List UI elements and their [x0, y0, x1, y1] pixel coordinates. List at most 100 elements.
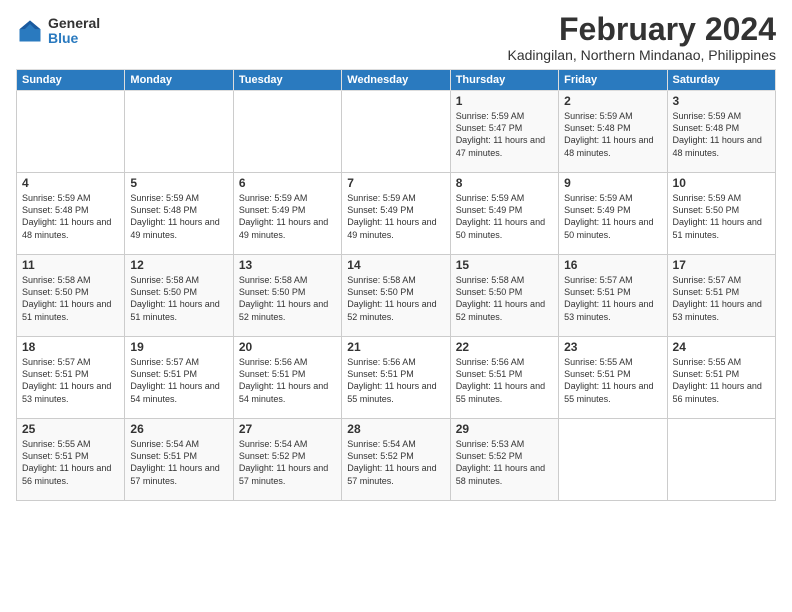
day-number: 9 [564, 176, 661, 190]
cell-info: Sunrise: 5:59 AM Sunset: 5:49 PM Dayligh… [347, 192, 444, 241]
day-number: 5 [130, 176, 227, 190]
cell-info: Sunrise: 5:58 AM Sunset: 5:50 PM Dayligh… [347, 274, 444, 323]
cell-info: Sunrise: 5:55 AM Sunset: 5:51 PM Dayligh… [673, 356, 770, 405]
cell-info: Sunrise: 5:57 AM Sunset: 5:51 PM Dayligh… [130, 356, 227, 405]
col-header-saturday: Saturday [667, 70, 775, 91]
calendar-cell: 8 Sunrise: 5:59 AM Sunset: 5:49 PM Daylig… [450, 173, 558, 255]
cell-info: Sunrise: 5:57 AM Sunset: 5:51 PM Dayligh… [564, 274, 661, 323]
cell-info: Sunrise: 5:58 AM Sunset: 5:50 PM Dayligh… [22, 274, 119, 323]
calendar-cell [125, 91, 233, 173]
day-number: 12 [130, 258, 227, 272]
page: General Blue February 2024 Kadingilan, N… [0, 0, 792, 612]
cell-info: Sunrise: 5:58 AM Sunset: 5:50 PM Dayligh… [130, 274, 227, 323]
cell-info: Sunrise: 5:57 AM Sunset: 5:51 PM Dayligh… [673, 274, 770, 323]
day-number: 7 [347, 176, 444, 190]
calendar-cell: 1Sunrise: 5:59 AM Sunset: 5:47 PM Daylig… [450, 91, 558, 173]
cell-info: Sunrise: 5:59 AM Sunset: 5:50 PM Dayligh… [673, 192, 770, 241]
cell-info: Sunrise: 5:59 AM Sunset: 5:48 PM Dayligh… [130, 192, 227, 241]
title-block: February 2024 Kadingilan, Northern Minda… [507, 12, 776, 63]
cell-info: Sunrise: 5:55 AM Sunset: 5:51 PM Dayligh… [564, 356, 661, 405]
calendar-cell: 15 Sunrise: 5:58 AM Sunset: 5:50 PM Dayli… [450, 255, 558, 337]
calendar-cell: 14Sunrise: 5:58 AM Sunset: 5:50 PM Dayli… [342, 255, 450, 337]
day-number: 4 [22, 176, 119, 190]
calendar-cell: 7 Sunrise: 5:59 AM Sunset: 5:49 PM Daylig… [342, 173, 450, 255]
calendar-cell: 10 Sunrise: 5:59 AM Sunset: 5:50 PM Dayli… [667, 173, 775, 255]
calendar-cell: 20 Sunrise: 5:56 AM Sunset: 5:51 PM Dayli… [233, 337, 341, 419]
day-number: 2 [564, 94, 661, 108]
day-number: 23 [564, 340, 661, 354]
logo-text: General Blue [48, 16, 100, 47]
day-number: 16 [564, 258, 661, 272]
cell-info: Sunrise: 5:58 AM Sunset: 5:50 PM Dayligh… [456, 274, 553, 323]
day-number: 28 [347, 422, 444, 436]
cell-info: Sunrise: 5:54 AM Sunset: 5:52 PM Dayligh… [239, 438, 336, 487]
calendar-cell: 3 Sunrise: 5:59 AM Sunset: 5:48 PM Daylig… [667, 91, 775, 173]
cell-info: Sunrise: 5:59 AM Sunset: 5:48 PM Dayligh… [673, 110, 770, 159]
calendar-cell: 6Sunrise: 5:59 AM Sunset: 5:49 PM Daylig… [233, 173, 341, 255]
cell-info: Sunrise: 5:53 AM Sunset: 5:52 PM Dayligh… [456, 438, 553, 487]
calendar-cell: 25 Sunrise: 5:55 AM Sunset: 5:51 PM Dayli… [17, 419, 125, 501]
week-row-5: 25 Sunrise: 5:55 AM Sunset: 5:51 PM Dayli… [17, 419, 776, 501]
calendar-cell: 21Sunrise: 5:56 AM Sunset: 5:51 PM Dayli… [342, 337, 450, 419]
cell-info: Sunrise: 5:54 AM Sunset: 5:51 PM Dayligh… [130, 438, 227, 487]
calendar-cell: 28 Sunrise: 5:54 AM Sunset: 5:52 PM Dayli… [342, 419, 450, 501]
calendar-cell: 13Sunrise: 5:58 AM Sunset: 5:50 PM Dayli… [233, 255, 341, 337]
day-number: 25 [22, 422, 119, 436]
day-number: 18 [22, 340, 119, 354]
cell-info: Sunrise: 5:56 AM Sunset: 5:51 PM Dayligh… [347, 356, 444, 405]
week-row-2: 4 Sunrise: 5:59 AM Sunset: 5:48 PM Daylig… [17, 173, 776, 255]
cell-info: Sunrise: 5:56 AM Sunset: 5:51 PM Dayligh… [239, 356, 336, 405]
day-number: 20 [239, 340, 336, 354]
calendar-cell: 16 Sunrise: 5:57 AM Sunset: 5:51 PM Dayli… [559, 255, 667, 337]
logo-general: General [48, 16, 100, 31]
subtitle: Kadingilan, Northern Mindanao, Philippin… [507, 47, 776, 63]
calendar-cell [667, 419, 775, 501]
day-number: 11 [22, 258, 119, 272]
calendar-cell: 11 Sunrise: 5:58 AM Sunset: 5:50 PM Dayli… [17, 255, 125, 337]
col-header-friday: Friday [559, 70, 667, 91]
cell-info: Sunrise: 5:55 AM Sunset: 5:51 PM Dayligh… [22, 438, 119, 487]
cell-info: Sunrise: 5:59 AM Sunset: 5:49 PM Dayligh… [239, 192, 336, 241]
week-row-4: 18 Sunrise: 5:57 AM Sunset: 5:51 PM Dayli… [17, 337, 776, 419]
day-number: 8 [456, 176, 553, 190]
day-number: 29 [456, 422, 553, 436]
calendar-cell: 2 Sunrise: 5:59 AM Sunset: 5:48 PM Daylig… [559, 91, 667, 173]
logo: General Blue [16, 16, 100, 47]
day-number: 22 [456, 340, 553, 354]
col-header-tuesday: Tuesday [233, 70, 341, 91]
day-number: 17 [673, 258, 770, 272]
calendar-body: 1Sunrise: 5:59 AM Sunset: 5:47 PM Daylig… [17, 91, 776, 501]
cell-info: Sunrise: 5:59 AM Sunset: 5:48 PM Dayligh… [22, 192, 119, 241]
cell-info: Sunrise: 5:59 AM Sunset: 5:48 PM Dayligh… [564, 110, 661, 159]
calendar-cell: 24 Sunrise: 5:55 AM Sunset: 5:51 PM Dayli… [667, 337, 775, 419]
calendar-cell: 9Sunrise: 5:59 AM Sunset: 5:49 PM Daylig… [559, 173, 667, 255]
calendar-cell: 27Sunrise: 5:54 AM Sunset: 5:52 PM Dayli… [233, 419, 341, 501]
calendar-cell: 12 Sunrise: 5:58 AM Sunset: 5:50 PM Dayli… [125, 255, 233, 337]
calendar-cell [17, 91, 125, 173]
day-number: 26 [130, 422, 227, 436]
cell-info: Sunrise: 5:59 AM Sunset: 5:49 PM Dayligh… [456, 192, 553, 241]
calendar-cell [559, 419, 667, 501]
calendar-cell: 18 Sunrise: 5:57 AM Sunset: 5:51 PM Dayli… [17, 337, 125, 419]
day-number: 1 [456, 94, 553, 108]
calendar-cell: 22Sunrise: 5:56 AM Sunset: 5:51 PM Dayli… [450, 337, 558, 419]
calendar-cell [233, 91, 341, 173]
day-number: 24 [673, 340, 770, 354]
day-number: 3 [673, 94, 770, 108]
logo-blue: Blue [48, 31, 100, 46]
cell-info: Sunrise: 5:57 AM Sunset: 5:51 PM Dayligh… [22, 356, 119, 405]
cell-info: Sunrise: 5:54 AM Sunset: 5:52 PM Dayligh… [347, 438, 444, 487]
calendar-header: SundayMondayTuesdayWednesdayThursdayFrid… [17, 70, 776, 91]
calendar-cell: 4 Sunrise: 5:59 AM Sunset: 5:48 PM Daylig… [17, 173, 125, 255]
day-number: 13 [239, 258, 336, 272]
day-number: 19 [130, 340, 227, 354]
col-header-sunday: Sunday [17, 70, 125, 91]
calendar: SundayMondayTuesdayWednesdayThursdayFrid… [16, 69, 776, 501]
col-header-thursday: Thursday [450, 70, 558, 91]
header-row: SundayMondayTuesdayWednesdayThursdayFrid… [17, 70, 776, 91]
day-number: 15 [456, 258, 553, 272]
calendar-cell: 29 Sunrise: 5:53 AM Sunset: 5:52 PM Dayli… [450, 419, 558, 501]
calendar-cell: 23 Sunrise: 5:55 AM Sunset: 5:51 PM Dayli… [559, 337, 667, 419]
day-number: 10 [673, 176, 770, 190]
calendar-cell: 19 Sunrise: 5:57 AM Sunset: 5:51 PM Dayli… [125, 337, 233, 419]
